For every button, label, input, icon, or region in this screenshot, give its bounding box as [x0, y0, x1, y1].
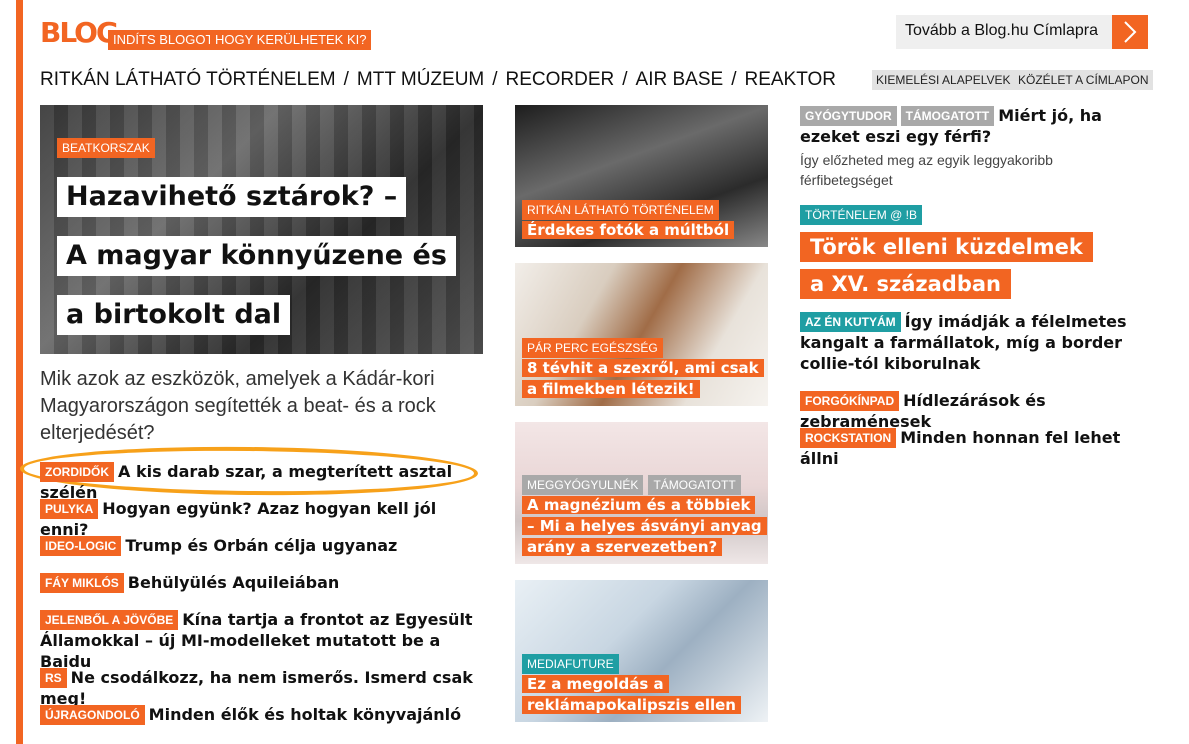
- list-item[interactable]: ZORDIDŐK A kis darab szar, a megterített …: [40, 461, 490, 503]
- card-title[interactable]: 8 tévhit a szexről, ami csak a filmekben…: [522, 359, 764, 398]
- right-story-traffic[interactable]: FORGÓKÍNPAD Hídlezárások és zebraménesek: [800, 390, 1150, 432]
- nav-item-recorder[interactable]: RECORDER: [506, 69, 615, 90]
- story-title[interactable]: Hogyan együnk? Azaz hogyan kell jól enni…: [40, 499, 436, 539]
- public-affairs-link[interactable]: KÖZÉLET A CÍMLAPON: [1014, 70, 1153, 90]
- card-tag[interactable]: RITKÁN LÁTHATÓ TÖRTÉNELEM: [522, 200, 719, 220]
- category-nav: RITKÁN LÁTHATÓ TÖRTÉNELEM / MTT MÚZEUM / REC…: [40, 68, 836, 92]
- nav-separator: /: [731, 69, 737, 90]
- right-story-rock[interactable]: ROCKSTATION Minden honnan fel lehet állni: [800, 427, 1150, 469]
- card-mediafuture[interactable]: MEDIAFUTURE Ez a megoldás a reklámapokal…: [515, 580, 768, 722]
- cta-label: Tovább a Blog.hu Címlapra: [905, 22, 1098, 39]
- logo-text: BLOG: [40, 16, 119, 49]
- nav-separator: /: [343, 69, 349, 90]
- hero-title-line[interactable]: a birtokolt dal: [57, 295, 291, 335]
- nav-item-air-base[interactable]: AIR BASE: [636, 69, 724, 90]
- story-tag[interactable]: PULYKA: [40, 499, 99, 519]
- story-tag[interactable]: ROCKSTATION: [800, 428, 897, 448]
- story-tag[interactable]: JELENBŐL A JÖVŐBE: [40, 610, 179, 630]
- chevron-right-icon: [1112, 15, 1148, 49]
- nav-item-reaktor[interactable]: REAKTOR: [744, 69, 836, 90]
- right-story-history[interactable]: Török elleni küzdelmek a XV. században: [800, 229, 1100, 303]
- story-tag[interactable]: ÚJRAGONDOLÓ: [40, 705, 145, 725]
- start-blog-button[interactable]: INDÍTS BLOGOT!: [108, 30, 223, 50]
- sponsored-tag[interactable]: TÁMOGATOTT: [900, 106, 995, 126]
- go-to-homepage-link[interactable]: Tovább a Blog.hu Címlapra: [896, 15, 1148, 49]
- how-to-get-button[interactable]: HOGY KERÜLHETEK KI?: [210, 30, 372, 50]
- left-accent-rail: [16, 0, 23, 744]
- highlight-principles-link[interactable]: KIEMELÉSI ALAPELVEK: [872, 70, 1015, 90]
- list-item[interactable]: FÁY MIKLÓS Behülyülés Aquileiában: [40, 572, 490, 593]
- hero-title-line[interactable]: A magyar könnyűzene és: [57, 236, 456, 276]
- hero-lead: Mik azok az eszközök, amelyek a Kádár-ko…: [40, 368, 436, 444]
- list-item[interactable]: ÚJRAGONDOLÓ Minden élők és holtak könyvaj…: [40, 704, 490, 725]
- card-tag[interactable]: PÁR PERC EGÉSZSÉG: [522, 338, 663, 358]
- card-tag[interactable]: MEDIAFUTURE: [522, 654, 619, 674]
- card-magnesium[interactable]: MEGGYÓGYULNÉK TÁMOGATOTT A magnézium és …: [515, 422, 768, 564]
- list-item[interactable]: IDEO-LOGIC Trump és Orbán célja ugyanaz: [40, 535, 490, 556]
- story-tag[interactable]: FÁY MIKLÓS: [40, 573, 124, 593]
- story-tag[interactable]: TÖRTÉNELEM @ !B: [800, 205, 922, 225]
- hero-title-line[interactable]: Hazavihető sztárok? –: [57, 177, 407, 217]
- nav-separator: /: [622, 69, 628, 90]
- nav-separator: /: [492, 69, 498, 90]
- story-title[interactable]: Trump és Orbán célja ugyanaz: [125, 536, 397, 555]
- list-item[interactable]: PULYKA Hogyan együnk? Azaz hogyan kell jó…: [40, 498, 490, 540]
- card-title[interactable]: Ez a megoldás a reklámapokalipszis ellen: [522, 675, 741, 714]
- right-story-dog[interactable]: AZ ÉN KUTYÁM Így imádják a félelmetes kan…: [800, 311, 1150, 374]
- card-tag[interactable]: MEGGYÓGYULNÉK: [522, 475, 644, 495]
- card-title[interactable]: Érdekes fotók a múltból: [522, 221, 735, 239]
- story-tag[interactable]: GYÓGYTUDOR: [800, 106, 897, 126]
- card-title[interactable]: A magnézium és a többiek – Mi a helyes á…: [522, 496, 767, 556]
- list-item[interactable]: RS Ne csodálkozz, ha nem ismerős. Ismerd …: [40, 667, 490, 709]
- story-tag[interactable]: IDEO-LOGIC: [40, 536, 122, 556]
- nav-item-mtt-muzeum[interactable]: MTT MÚZEUM: [357, 69, 484, 90]
- hero-tag[interactable]: BEATKORSZAK: [57, 138, 155, 158]
- story-tag[interactable]: AZ ÉN KUTYÁM: [800, 312, 901, 332]
- card-tag-sponsored[interactable]: TÁMOGATOTT: [648, 475, 741, 495]
- right-story-history-tag-wrap: TÖRTÉNELEM @ !B: [800, 205, 922, 225]
- story-title[interactable]: Ne csodálkozz, ha nem ismerős. Ismerd cs…: [40, 668, 473, 708]
- list-item[interactable]: JELENBŐL A JÖVŐBE Kína tartja a frontot a…: [40, 609, 490, 672]
- card-history-photos[interactable]: RITKÁN LÁTHATÓ TÖRTÉNELEM Érdekes fotók …: [515, 105, 768, 247]
- story-title[interactable]: Minden élők és holtak könyvajánló: [149, 705, 461, 724]
- card-health-myths[interactable]: PÁR PERC EGÉSZSÉG 8 tévhit a szexről, am…: [515, 263, 768, 406]
- story-tag[interactable]: ZORDIDŐK: [40, 462, 114, 482]
- right-story-health[interactable]: GYÓGYTUDOR TÁMOGATOTT Miért jó, ha ezeket …: [800, 105, 1150, 147]
- hero-feature[interactable]: BEATKORSZAK Hazavihető sztárok? – A magy…: [40, 105, 483, 354]
- story-title[interactable]: Behülyülés Aquileiában: [128, 573, 340, 592]
- nav-item-ritkan[interactable]: RITKÁN LÁTHATÓ TÖRTÉNELEM: [40, 69, 336, 90]
- story-tag[interactable]: FORGÓKÍNPAD: [800, 391, 900, 411]
- story-title[interactable]: Török elleni küzdelmek a XV. században: [800, 232, 1093, 299]
- story-tag[interactable]: RS: [40, 668, 67, 688]
- story-subtitle: Így előzheted meg az egyik leggyakoribb …: [800, 152, 1053, 188]
